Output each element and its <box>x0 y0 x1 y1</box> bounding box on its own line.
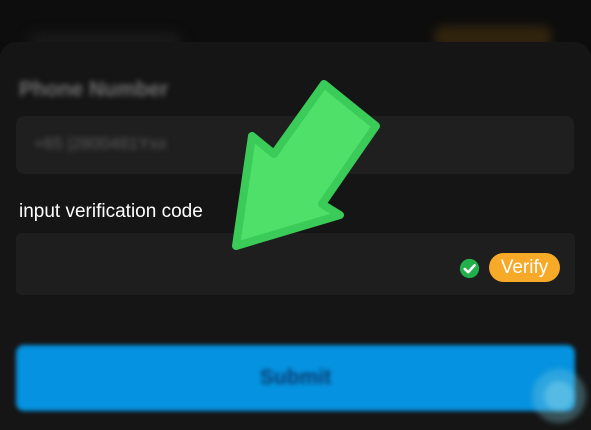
phone-number-value: +65 |2800481Yxx <box>34 134 167 153</box>
screen: Phone Number +65 |2800481Yxx input verif… <box>0 0 591 430</box>
verification-code-input[interactable] <box>28 250 452 282</box>
verify-button[interactable]: Verify <box>489 253 560 282</box>
verification-code-label: input verification code <box>19 201 203 222</box>
check-circle-icon <box>459 258 480 279</box>
help-bubble-inner <box>544 381 574 411</box>
submit-button[interactable]: Submit <box>16 345 575 411</box>
phone-number-label: Phone Number <box>19 78 169 101</box>
